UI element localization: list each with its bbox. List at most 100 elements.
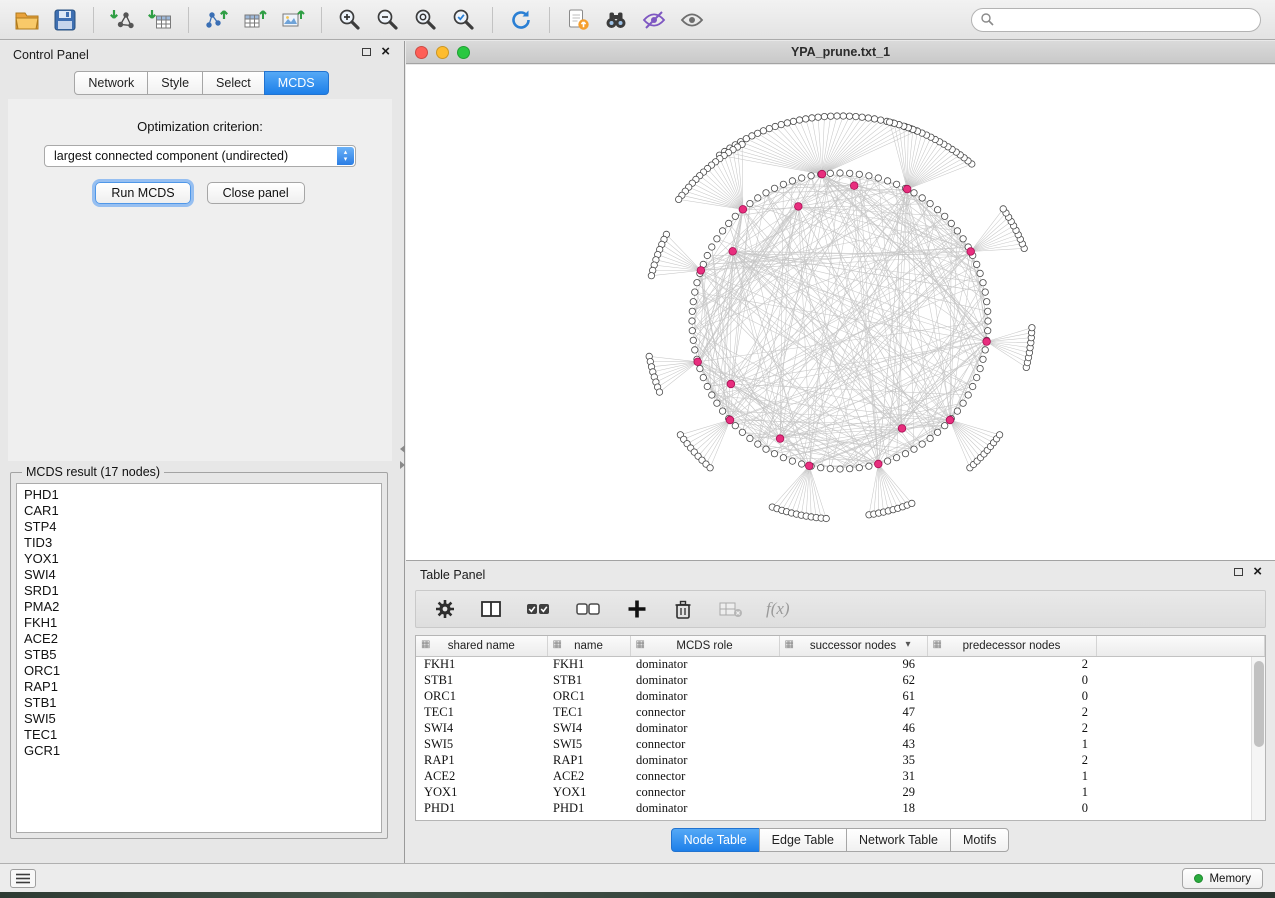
- tab-network[interactable]: Network: [74, 71, 148, 95]
- select-stepper-icon: ▴▾: [337, 147, 354, 165]
- collapse-left-icon[interactable]: [400, 445, 405, 453]
- hide-graphics-details-button[interactable]: [637, 4, 671, 36]
- table-row[interactable]: SWI5SWI5connector431: [416, 736, 1265, 752]
- table-row[interactable]: TEC1TEC1connector472: [416, 704, 1265, 720]
- columns-icon: [480, 598, 502, 620]
- mcds-node-item[interactable]: GCR1: [24, 743, 374, 759]
- zoom-fit-button[interactable]: [409, 4, 443, 36]
- float-panel-icon[interactable]: [362, 48, 371, 56]
- hamburger-menu-icon: [16, 873, 30, 884]
- delete-table-button[interactable]: [716, 593, 746, 625]
- scrollbar-thumb[interactable]: [1254, 661, 1264, 747]
- mcds-node-item[interactable]: STB5: [24, 647, 374, 663]
- tab-motifs[interactable]: Motifs: [950, 828, 1009, 852]
- tab-edge-table[interactable]: Edge Table: [759, 828, 847, 852]
- delete-column-button[interactable]: [670, 593, 696, 625]
- table-row[interactable]: ACE2ACE2connector311: [416, 768, 1265, 784]
- export-network-button[interactable]: [200, 4, 234, 36]
- select-all-checkboxes-icon: [526, 598, 552, 620]
- function-builder-button[interactable]: f(x): [766, 599, 790, 619]
- table-row[interactable]: FKH1FKH1dominator962: [416, 656, 1265, 672]
- search-network-button[interactable]: [599, 4, 633, 36]
- panel-splitter[interactable]: [398, 445, 406, 469]
- close-panel-icon[interactable]: ×: [1253, 567, 1262, 577]
- mcds-node-item[interactable]: SRD1: [24, 583, 374, 599]
- table-row[interactable]: YOX1YOX1connector291: [416, 784, 1265, 800]
- column-header-shared-name[interactable]: ▦shared name: [416, 636, 547, 656]
- run-mcds-button[interactable]: Run MCDS: [95, 182, 190, 204]
- show-columns-button[interactable]: [478, 593, 504, 625]
- table-row[interactable]: PHD1PHD1dominator180: [416, 800, 1265, 816]
- column-header-filler: [1096, 636, 1265, 656]
- close-panel-button[interactable]: Close panel: [207, 182, 305, 204]
- table-row[interactable]: RAP1RAP1dominator352: [416, 752, 1265, 768]
- zoom-out-button[interactable]: [371, 4, 405, 36]
- table-tabs: Node TableEdge TableNetwork TableMotifs: [406, 828, 1275, 852]
- import-network-button[interactable]: [105, 4, 139, 36]
- deselect-all-button[interactable]: [574, 593, 604, 625]
- mcds-node-item[interactable]: ORC1: [24, 663, 374, 679]
- mcds-node-item[interactable]: TEC1: [24, 727, 374, 743]
- mcds-node-item[interactable]: YOX1: [24, 551, 374, 567]
- share-document-button[interactable]: [561, 4, 595, 36]
- node-table: ▦shared name▦name▦MCDS role▦successor no…: [415, 635, 1266, 821]
- mcds-node-item[interactable]: STP4: [24, 519, 374, 535]
- close-panel-icon[interactable]: ×: [381, 47, 390, 57]
- toolbar-separator: [492, 7, 493, 33]
- table-delete-icon: [718, 598, 744, 620]
- export-image-button[interactable]: [276, 4, 310, 36]
- memory-button[interactable]: Memory: [1182, 868, 1263, 889]
- search-input[interactable]: [1001, 13, 1252, 27]
- table-scrollbar[interactable]: [1251, 657, 1265, 820]
- tab-style[interactable]: Style: [147, 71, 203, 95]
- toolbar-separator: [93, 7, 94, 33]
- tab-select[interactable]: Select: [202, 71, 265, 95]
- folder-icon: [14, 7, 40, 33]
- refresh-view-button[interactable]: [504, 4, 538, 36]
- column-header-name[interactable]: ▦name: [547, 636, 630, 656]
- minimize-window-icon[interactable]: [436, 46, 449, 59]
- tab-node-table[interactable]: Node Table: [671, 828, 760, 852]
- mcds-node-item[interactable]: RAP1: [24, 679, 374, 695]
- import-table-button[interactable]: [143, 4, 177, 36]
- mcds-node-item[interactable]: FKH1: [24, 615, 374, 631]
- close-window-icon[interactable]: [415, 46, 428, 59]
- zoom-in-icon: [337, 7, 363, 33]
- mcds-node-item[interactable]: SWI4: [24, 567, 374, 583]
- table-row[interactable]: STB1STB1dominator620: [416, 672, 1265, 688]
- optimization-select[interactable]: largest connected component (undirected)…: [44, 145, 356, 167]
- export-table-button[interactable]: [238, 4, 272, 36]
- mcds-node-item[interactable]: STB1: [24, 695, 374, 711]
- table-row[interactable]: ORC1ORC1dominator610: [416, 688, 1265, 704]
- float-panel-icon[interactable]: [1234, 568, 1243, 576]
- mcds-node-item[interactable]: PHD1: [24, 487, 374, 503]
- maximize-window-icon[interactable]: [457, 46, 470, 59]
- open-session-button[interactable]: [10, 4, 44, 36]
- network-canvas[interactable]: [406, 65, 1275, 560]
- network-window-titlebar[interactable]: YPA_prune.txt_1: [406, 41, 1275, 64]
- select-all-button[interactable]: [524, 593, 554, 625]
- mcds-node-item[interactable]: ACE2: [24, 631, 374, 647]
- mcds-node-item[interactable]: PMA2: [24, 599, 374, 615]
- panel-menu-button[interactable]: [10, 869, 36, 888]
- table-row[interactable]: SWI4SWI4dominator462: [416, 720, 1265, 736]
- zoom-in-button[interactable]: [333, 4, 367, 36]
- column-header-MCDS-role[interactable]: ▦MCDS role: [630, 636, 779, 656]
- tab-mcds[interactable]: MCDS: [264, 71, 329, 95]
- deselect-all-checkboxes-icon: [576, 598, 602, 620]
- table-settings-button[interactable]: [432, 593, 458, 625]
- zoom-selected-button[interactable]: [447, 4, 481, 36]
- column-type-icon: ▦: [553, 639, 562, 650]
- column-header-successor-nodes[interactable]: ▦successor nodes▾: [779, 636, 927, 656]
- add-column-button[interactable]: [624, 593, 650, 625]
- search-field[interactable]: [971, 8, 1261, 32]
- expand-right-icon[interactable]: [400, 461, 405, 469]
- column-header-predecessor-nodes[interactable]: ▦predecessor nodes: [927, 636, 1096, 656]
- tab-network-table[interactable]: Network Table: [846, 828, 951, 852]
- show-graphics-details-button[interactable]: [675, 4, 709, 36]
- save-session-button[interactable]: [48, 4, 82, 36]
- column-type-icon: ▦: [421, 639, 430, 650]
- mcds-node-item[interactable]: SWI5: [24, 711, 374, 727]
- mcds-node-item[interactable]: TID3: [24, 535, 374, 551]
- mcds-node-item[interactable]: CAR1: [24, 503, 374, 519]
